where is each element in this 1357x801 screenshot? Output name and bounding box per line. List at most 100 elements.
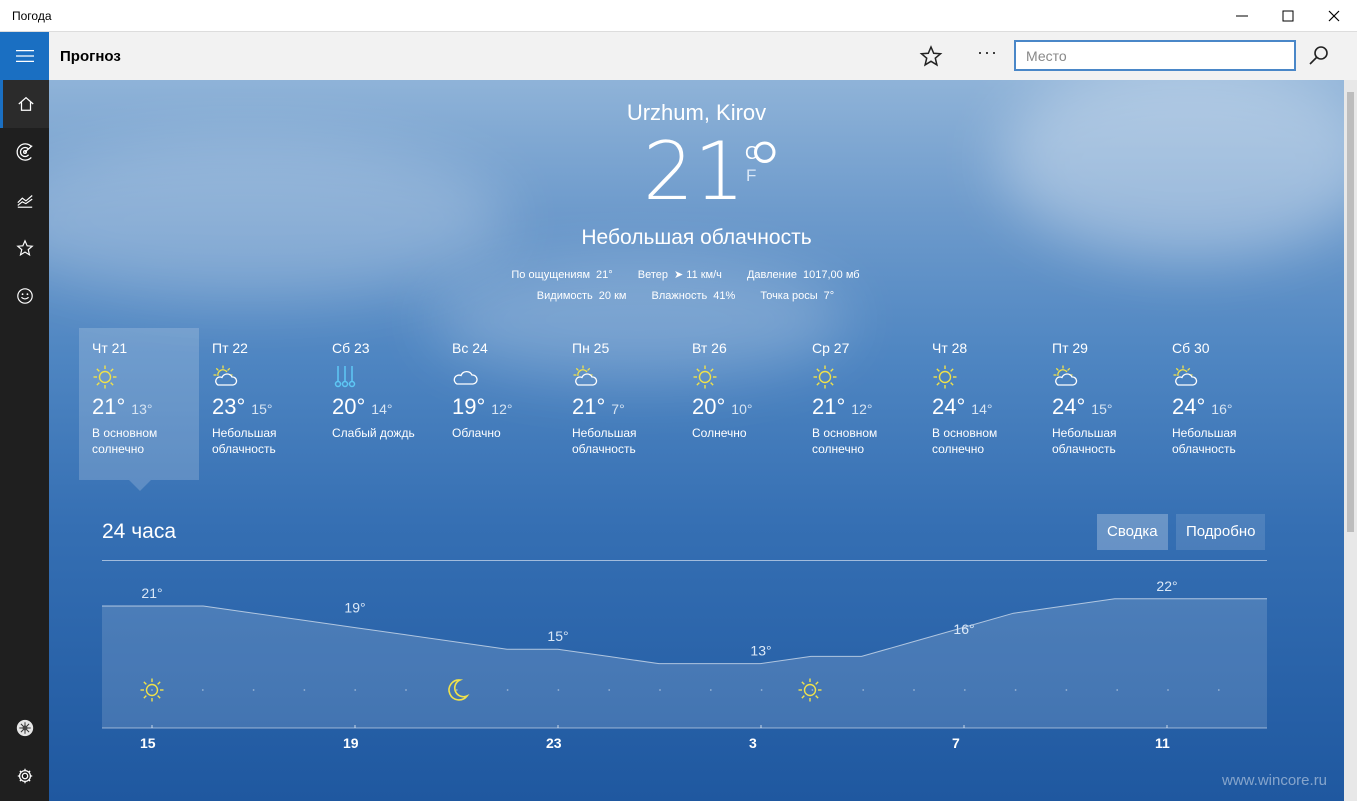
day-description: Облачно bbox=[452, 426, 501, 440]
day-name: Чт 28 bbox=[932, 340, 968, 356]
star-icon bbox=[15, 239, 34, 257]
day-card[interactable]: Вс 24 19° 12° Облачно bbox=[439, 328, 559, 480]
nav-item-favorites[interactable] bbox=[0, 224, 49, 272]
day-card[interactable]: Пн 25 21° 7° Небольшая облачность bbox=[559, 328, 679, 480]
nav-item-settings[interactable] bbox=[0, 752, 49, 800]
hour-dot bbox=[862, 689, 865, 691]
humidity-value: 41% bbox=[713, 290, 736, 302]
day-low: 15° bbox=[1091, 401, 1113, 417]
hour-dot bbox=[303, 689, 306, 691]
visibility-value: 20 км bbox=[598, 290, 627, 302]
day-name: Пт 29 bbox=[1052, 340, 1088, 356]
partly-cloudy-icon bbox=[572, 364, 598, 390]
add-favorite-star-icon[interactable] bbox=[919, 44, 943, 68]
hour-dot bbox=[1217, 689, 1220, 691]
partly-cloudy-icon bbox=[1172, 364, 1198, 390]
day-name: Чт 21 bbox=[92, 340, 128, 356]
close-button[interactable] bbox=[1311, 0, 1357, 32]
day-temps: 21° 12° bbox=[812, 394, 906, 420]
day-card[interactable]: Вт 26 20° 10° Солнечно bbox=[679, 328, 799, 480]
hamburger-button[interactable] bbox=[0, 32, 49, 80]
day-low: 16° bbox=[1211, 401, 1233, 417]
hour-dot bbox=[659, 689, 661, 691]
page-title: Прогноз bbox=[60, 48, 121, 65]
radar-icon bbox=[16, 143, 33, 161]
day-temps: 24° 15° bbox=[1052, 394, 1146, 420]
day-temps: 24° 14° bbox=[932, 394, 1026, 420]
details-row-2: Видимость 20 км Влажность 41% Точка росы 7° bbox=[49, 290, 1344, 302]
dew-point-label: Точка росы bbox=[760, 290, 818, 302]
visibility-label: Видимость bbox=[536, 290, 593, 302]
day-card[interactable]: Чт 28 24° 14° В основном солнечно bbox=[919, 328, 1039, 480]
details-button[interactable]: Подробно bbox=[1176, 514, 1266, 550]
nav-item-account[interactable] bbox=[0, 704, 49, 752]
search-icon[interactable] bbox=[1307, 44, 1331, 68]
day-temps: 20° 10° bbox=[692, 394, 786, 420]
nav-rail bbox=[0, 32, 49, 801]
feels-like-value: 21° bbox=[596, 269, 613, 281]
day-high: 21° bbox=[812, 394, 846, 419]
watermark: www.wincore.ru bbox=[1222, 772, 1328, 789]
search-input[interactable] bbox=[1014, 40, 1296, 71]
day-card[interactable]: Сб 30 24° 16° Небольшая облачность bbox=[1159, 328, 1279, 480]
nav-item-maps[interactable] bbox=[0, 128, 49, 176]
day-temps: 24° 16° bbox=[1172, 394, 1266, 420]
nav-item-history[interactable] bbox=[0, 176, 49, 224]
close-icon bbox=[1328, 10, 1340, 22]
current-condition: Небольшая облачность bbox=[581, 226, 812, 249]
day-temps: 21° 7° bbox=[572, 394, 666, 420]
day-card[interactable]: Чт 21 21° 13° В основном солнечно bbox=[79, 328, 199, 480]
chart-icon bbox=[16, 195, 33, 208]
day-low: 14° bbox=[971, 401, 993, 417]
nav-item-forecast[interactable] bbox=[0, 80, 49, 128]
location-name: Urzhum, Kirov bbox=[626, 100, 767, 125]
x-axis-label: 15 bbox=[140, 735, 156, 751]
day-card[interactable]: Пт 29 24° 15° Небольшая облачность bbox=[1039, 328, 1159, 480]
day-description: Небольшая облачность bbox=[1172, 426, 1237, 456]
nav-item-feedback[interactable] bbox=[0, 272, 49, 320]
x-axis-label: 19 bbox=[343, 735, 359, 751]
day-description: В основном солнечно bbox=[92, 426, 158, 456]
unit-fahrenheit[interactable]: F bbox=[746, 166, 756, 186]
x-axis-label: 11 bbox=[1155, 735, 1170, 751]
partly-cloudy-icon bbox=[212, 364, 238, 390]
pressure-value: 1017,00 мб bbox=[803, 269, 860, 281]
pressure-label: Давление bbox=[746, 269, 798, 281]
scrollbar[interactable] bbox=[1344, 80, 1357, 801]
sun-icon bbox=[92, 364, 118, 390]
day-low: 14° bbox=[371, 401, 393, 417]
day-low: 12° bbox=[491, 401, 513, 417]
hourly-title: 24 часа bbox=[102, 520, 176, 543]
summary-button[interactable]: Сводка bbox=[1097, 514, 1168, 550]
dew-point-value: 7° bbox=[823, 290, 835, 302]
day-card[interactable]: Пт 22 23° 15° Небольшая облачность bbox=[199, 328, 319, 480]
hour-dot bbox=[1116, 689, 1119, 691]
rain-icon bbox=[332, 364, 358, 390]
hour-dot bbox=[811, 689, 814, 691]
day-temps: 19° 12° bbox=[452, 394, 546, 420]
hour-temp-label: 22° bbox=[1156, 578, 1177, 594]
hour-dot bbox=[151, 689, 153, 691]
day-description: В основном солнечно bbox=[932, 426, 998, 456]
unit-celsius[interactable]: C bbox=[745, 143, 758, 164]
day-description: Слабый дождь bbox=[332, 426, 415, 440]
day-temps: 21° 13° bbox=[92, 394, 186, 420]
day-card[interactable]: Сб 23 20° 14° Слабый дождь bbox=[319, 328, 439, 480]
day-card[interactable]: Ср 27 21° 12° В основном солнечно bbox=[799, 328, 919, 480]
sun-icon bbox=[932, 364, 958, 390]
x-axis-label: 23 bbox=[546, 735, 562, 751]
home-icon bbox=[18, 96, 34, 111]
scrollbar-thumb[interactable] bbox=[1347, 92, 1354, 532]
day-high: 21° bbox=[92, 394, 126, 419]
day-description: Небольшая облачность bbox=[572, 426, 637, 456]
hour-dot bbox=[1014, 689, 1017, 691]
hour-dot bbox=[506, 689, 509, 691]
day-temps: 20° 14° bbox=[332, 394, 426, 420]
minimize-button[interactable] bbox=[1219, 0, 1265, 32]
hour-dot bbox=[201, 689, 204, 691]
maximize-button[interactable] bbox=[1265, 0, 1311, 32]
day-name: Вс 24 bbox=[452, 340, 488, 356]
hour-temp-label: 16° bbox=[953, 621, 974, 637]
day-description: В основном солнечно bbox=[812, 426, 878, 456]
more-options-button[interactable]: ··· bbox=[977, 42, 998, 63]
